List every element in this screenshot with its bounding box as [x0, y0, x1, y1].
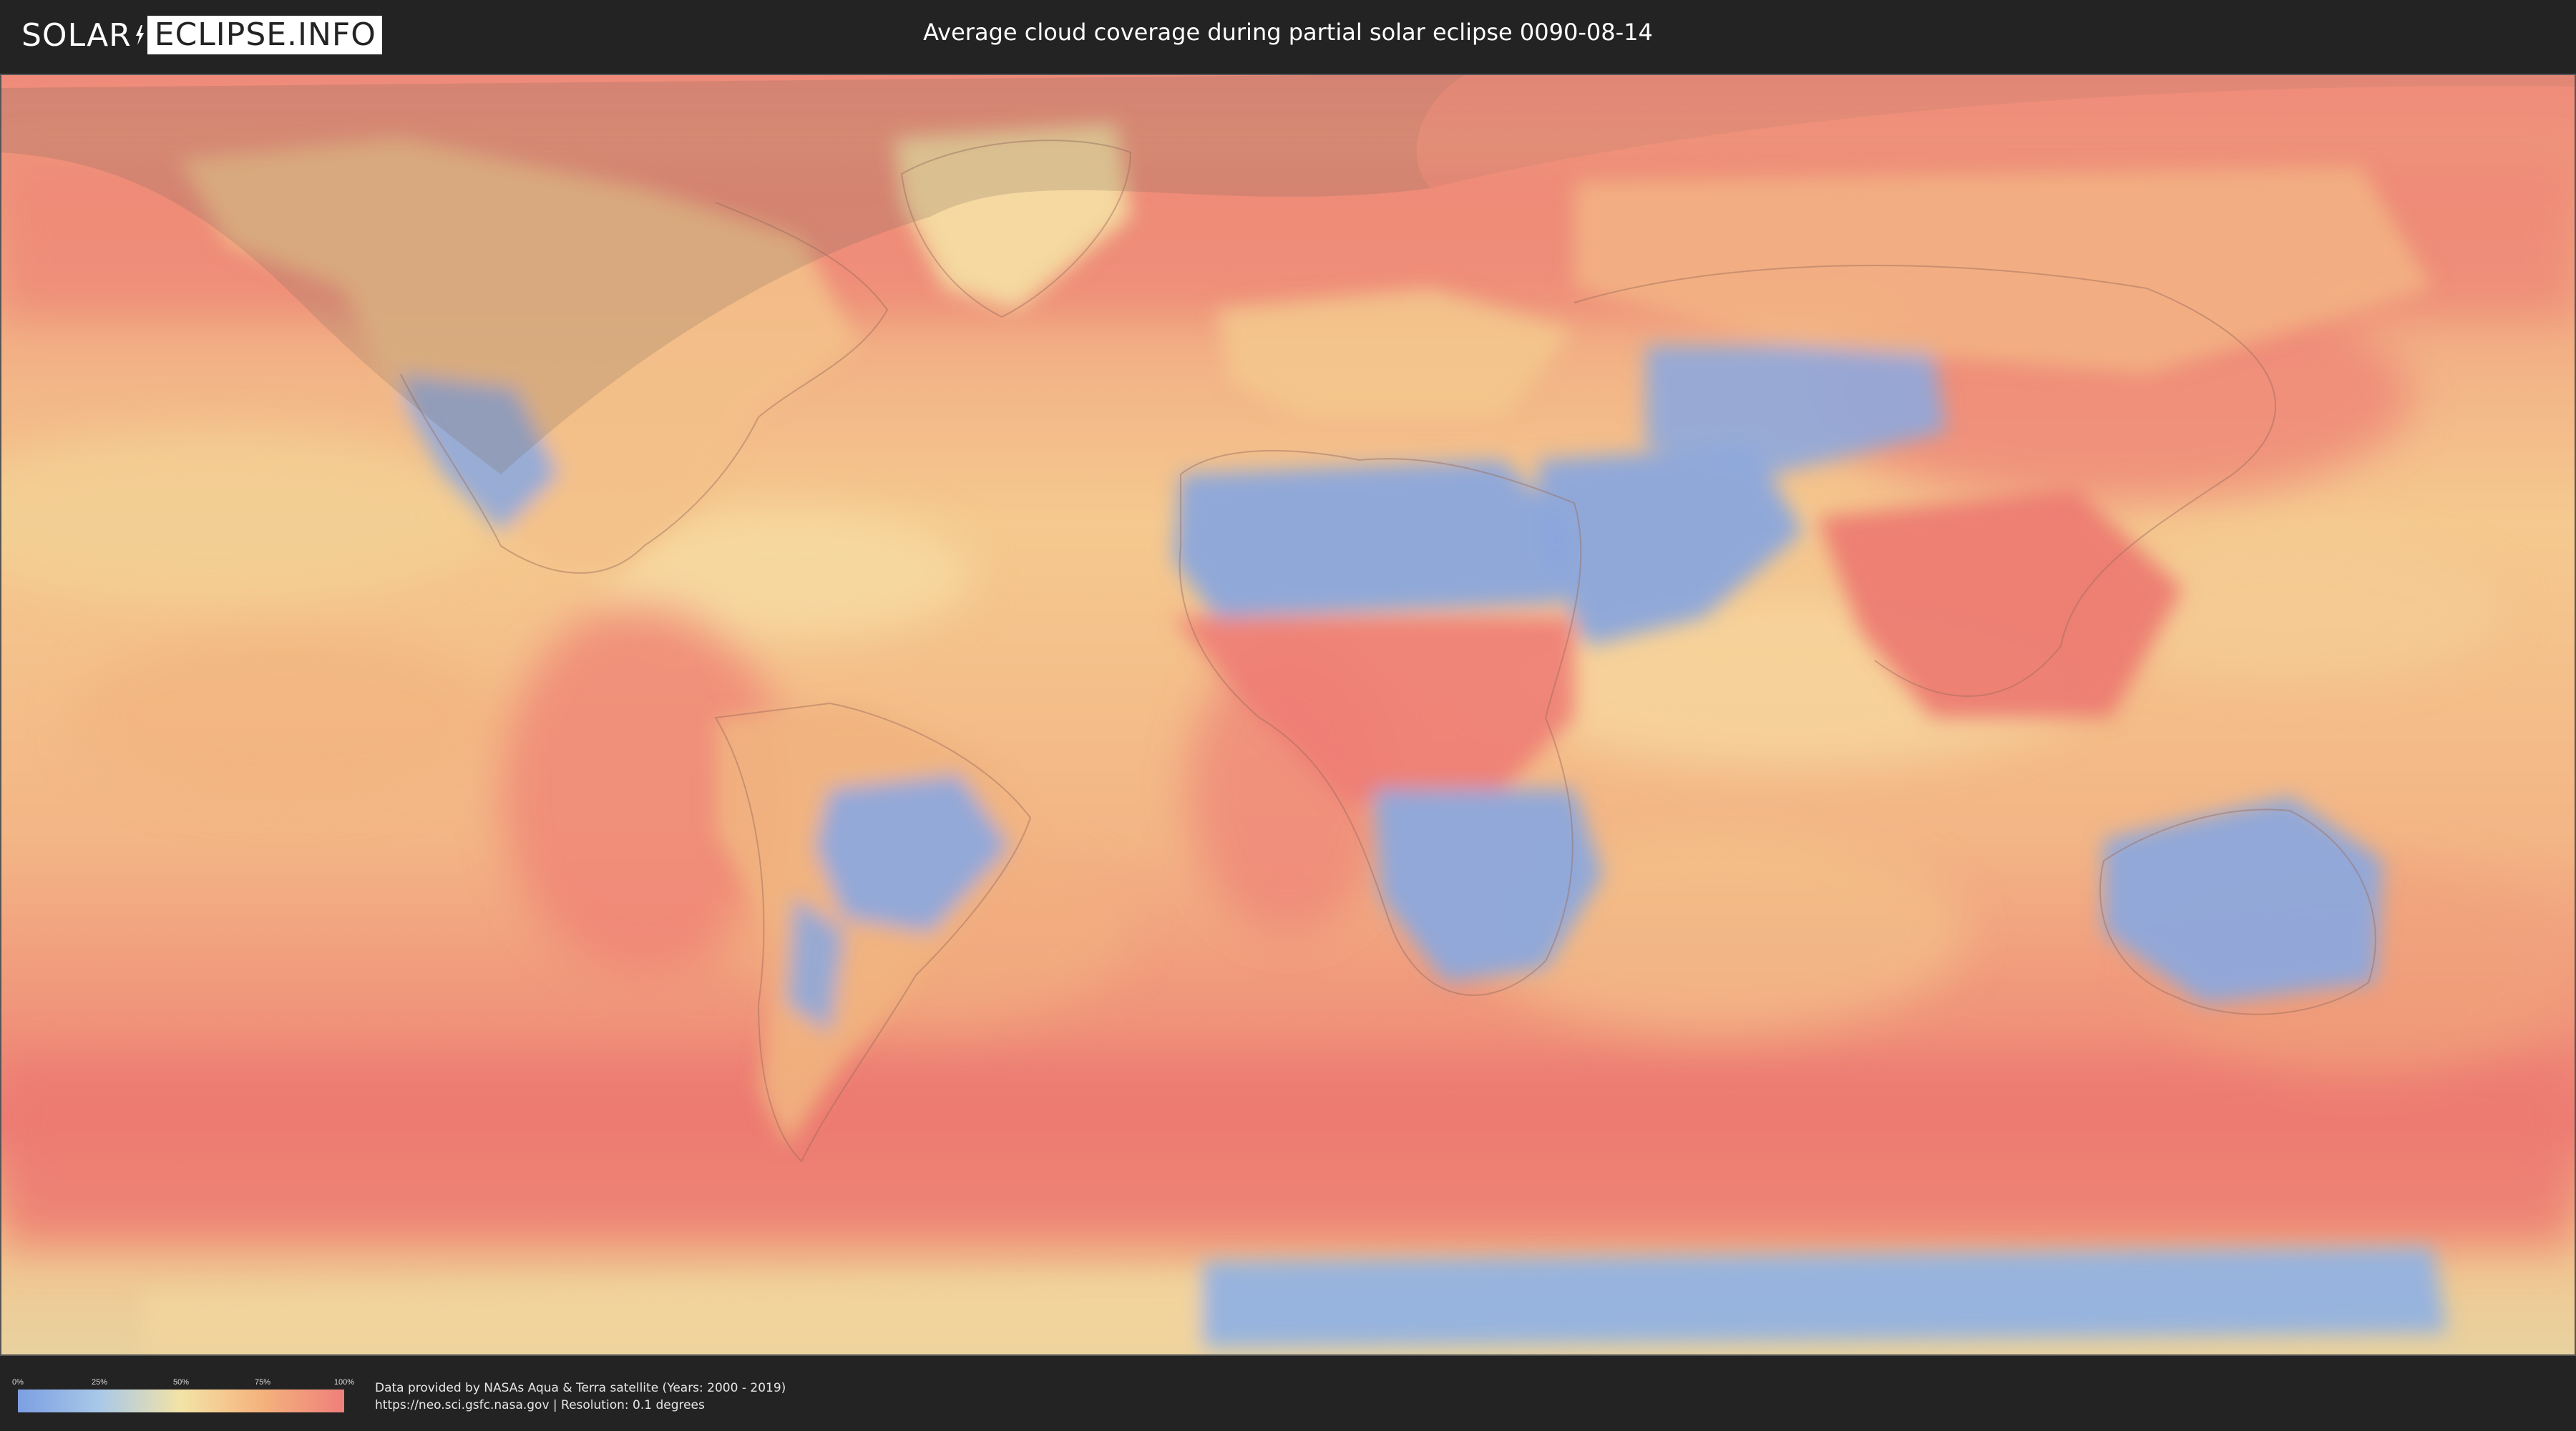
legend-tick-50: 50% [172, 1378, 190, 1387]
data-credits: Data provided by NASAs Aqua & Terra sate… [375, 1379, 786, 1414]
page-title: Average cloud coverage during partial so… [923, 19, 1653, 46]
legend-tick-25: 25% [91, 1378, 108, 1387]
map-svg [0, 74, 2576, 1356]
header-bar: SOLAR ECLIPSE.INFO Average cloud coverag… [0, 0, 2576, 72]
legend-ticks: 0% 25% 50% 75% 100% [12, 1378, 354, 1387]
legend-color-bar [18, 1390, 344, 1412]
credit-line-source: Data provided by NASAs Aqua & Terra sate… [375, 1381, 786, 1395]
cloud-coverage-map[interactable] [0, 74, 2576, 1356]
legend-tick-0: 0% [12, 1378, 24, 1387]
legend-tick-100: 100% [333, 1378, 355, 1387]
credit-line-url[interactable]: https://neo.sci.gsfc.nasa.gov | Resoluti… [375, 1397, 786, 1414]
legend-tick-75: 75% [254, 1378, 271, 1387]
cloud-coverage-legend: 0% 25% 50% 75% 100% [12, 1378, 354, 1414]
